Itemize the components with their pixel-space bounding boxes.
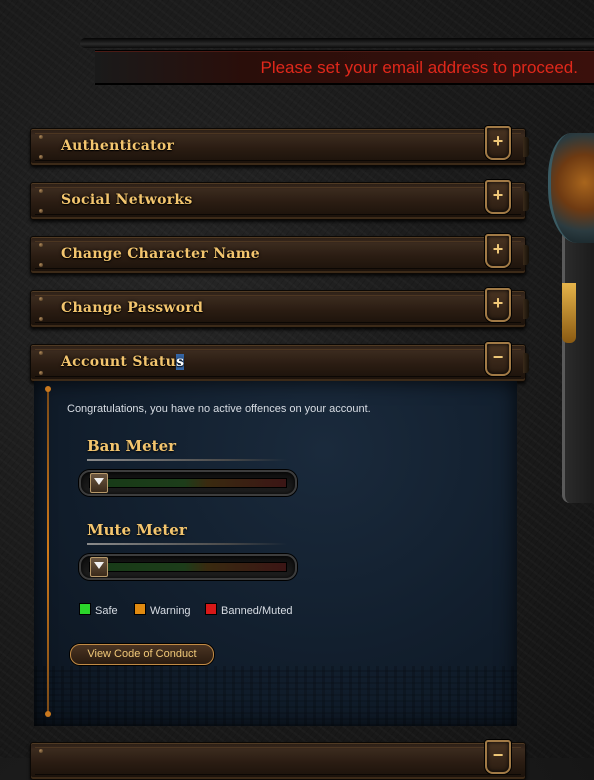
legend-swatch-safe bbox=[79, 603, 91, 615]
legend-warning: Warning bbox=[134, 603, 191, 617]
accordion-end-cap bbox=[523, 191, 529, 211]
rivet bbox=[39, 189, 43, 193]
accordion-label: Social Networks bbox=[61, 192, 193, 208]
legend-label: Banned/Muted bbox=[221, 605, 293, 617]
rivet bbox=[39, 317, 43, 321]
mute-meter-track bbox=[89, 557, 287, 577]
notice-rail bbox=[80, 38, 594, 48]
emblem-frame bbox=[562, 203, 594, 503]
rivet bbox=[39, 209, 43, 213]
accordion-label: Account Status bbox=[61, 354, 185, 370]
status-message: Congratulations, you have no active offe… bbox=[67, 403, 371, 415]
accordion-end-cap bbox=[523, 245, 529, 265]
legend-label: Warning bbox=[150, 605, 191, 617]
accordion-change-password[interactable]: Change Password + bbox=[30, 288, 529, 328]
accordion-next[interactable]: − bbox=[30, 740, 526, 780]
expand-plus-icon[interactable]: + bbox=[485, 288, 511, 322]
dragon-head-icon bbox=[548, 133, 594, 243]
accordion-label-text: Account Statu bbox=[61, 354, 177, 370]
legend-swatch-warning bbox=[134, 603, 146, 615]
rivet bbox=[39, 297, 43, 301]
mute-meter-indicator bbox=[90, 557, 108, 577]
rivet bbox=[39, 263, 43, 267]
rivet bbox=[39, 371, 43, 375]
panel-texture bbox=[34, 666, 517, 726]
mute-meter-rule bbox=[87, 543, 287, 545]
accordion-social-networks[interactable]: Social Networks + bbox=[30, 180, 529, 220]
accordion-label: Change Password bbox=[61, 300, 204, 316]
expand-plus-icon[interactable]: + bbox=[485, 180, 511, 214]
mute-meter bbox=[79, 554, 297, 580]
rivet bbox=[39, 155, 43, 159]
panel-divider bbox=[45, 386, 51, 717]
ban-meter-rule bbox=[87, 459, 287, 461]
ban-meter-track bbox=[89, 473, 287, 493]
emblem-gold-bar bbox=[562, 283, 576, 343]
rivet bbox=[39, 351, 43, 355]
mute-meter-title: Mute Meter bbox=[87, 521, 187, 539]
accordion-end-cap bbox=[523, 299, 529, 319]
legend-label: Safe bbox=[95, 605, 118, 617]
account-status-panel: Congratulations, you have no active offe… bbox=[34, 381, 517, 726]
ban-meter bbox=[79, 470, 297, 496]
legend-safe: Safe bbox=[79, 603, 118, 617]
rivet bbox=[39, 135, 43, 139]
collapse-minus-icon[interactable]: − bbox=[485, 342, 511, 376]
ban-meter-title: Ban Meter bbox=[87, 437, 177, 455]
notice-bar: Please set your email address to proceed… bbox=[95, 50, 594, 85]
rivet bbox=[39, 243, 43, 247]
accordion-label: Change Character Name bbox=[61, 246, 261, 262]
accordion-label: Authenticator bbox=[61, 138, 175, 154]
collapse-minus-icon[interactable]: − bbox=[485, 740, 511, 774]
accordion-end-cap bbox=[523, 137, 529, 157]
expand-plus-icon[interactable]: + bbox=[485, 234, 511, 268]
accordion-account-status[interactable]: Account Status − bbox=[30, 342, 529, 382]
dragon-emblem bbox=[542, 133, 594, 518]
legend-swatch-banned bbox=[205, 603, 217, 615]
rivet bbox=[39, 749, 43, 753]
accordion-end-cap bbox=[523, 353, 529, 373]
accordion-change-character-name[interactable]: Change Character Name + bbox=[30, 234, 529, 274]
expand-plus-icon[interactable]: + bbox=[485, 126, 511, 160]
text-caret-selection: s bbox=[176, 354, 185, 370]
accordion-authenticator[interactable]: Authenticator + bbox=[30, 126, 529, 166]
email-notice: Please set your email address to proceed… bbox=[260, 58, 578, 77]
ban-meter-indicator bbox=[90, 473, 108, 493]
legend-banned: Banned/Muted bbox=[205, 603, 293, 617]
view-code-of-conduct-button[interactable]: View Code of Conduct bbox=[70, 644, 214, 665]
